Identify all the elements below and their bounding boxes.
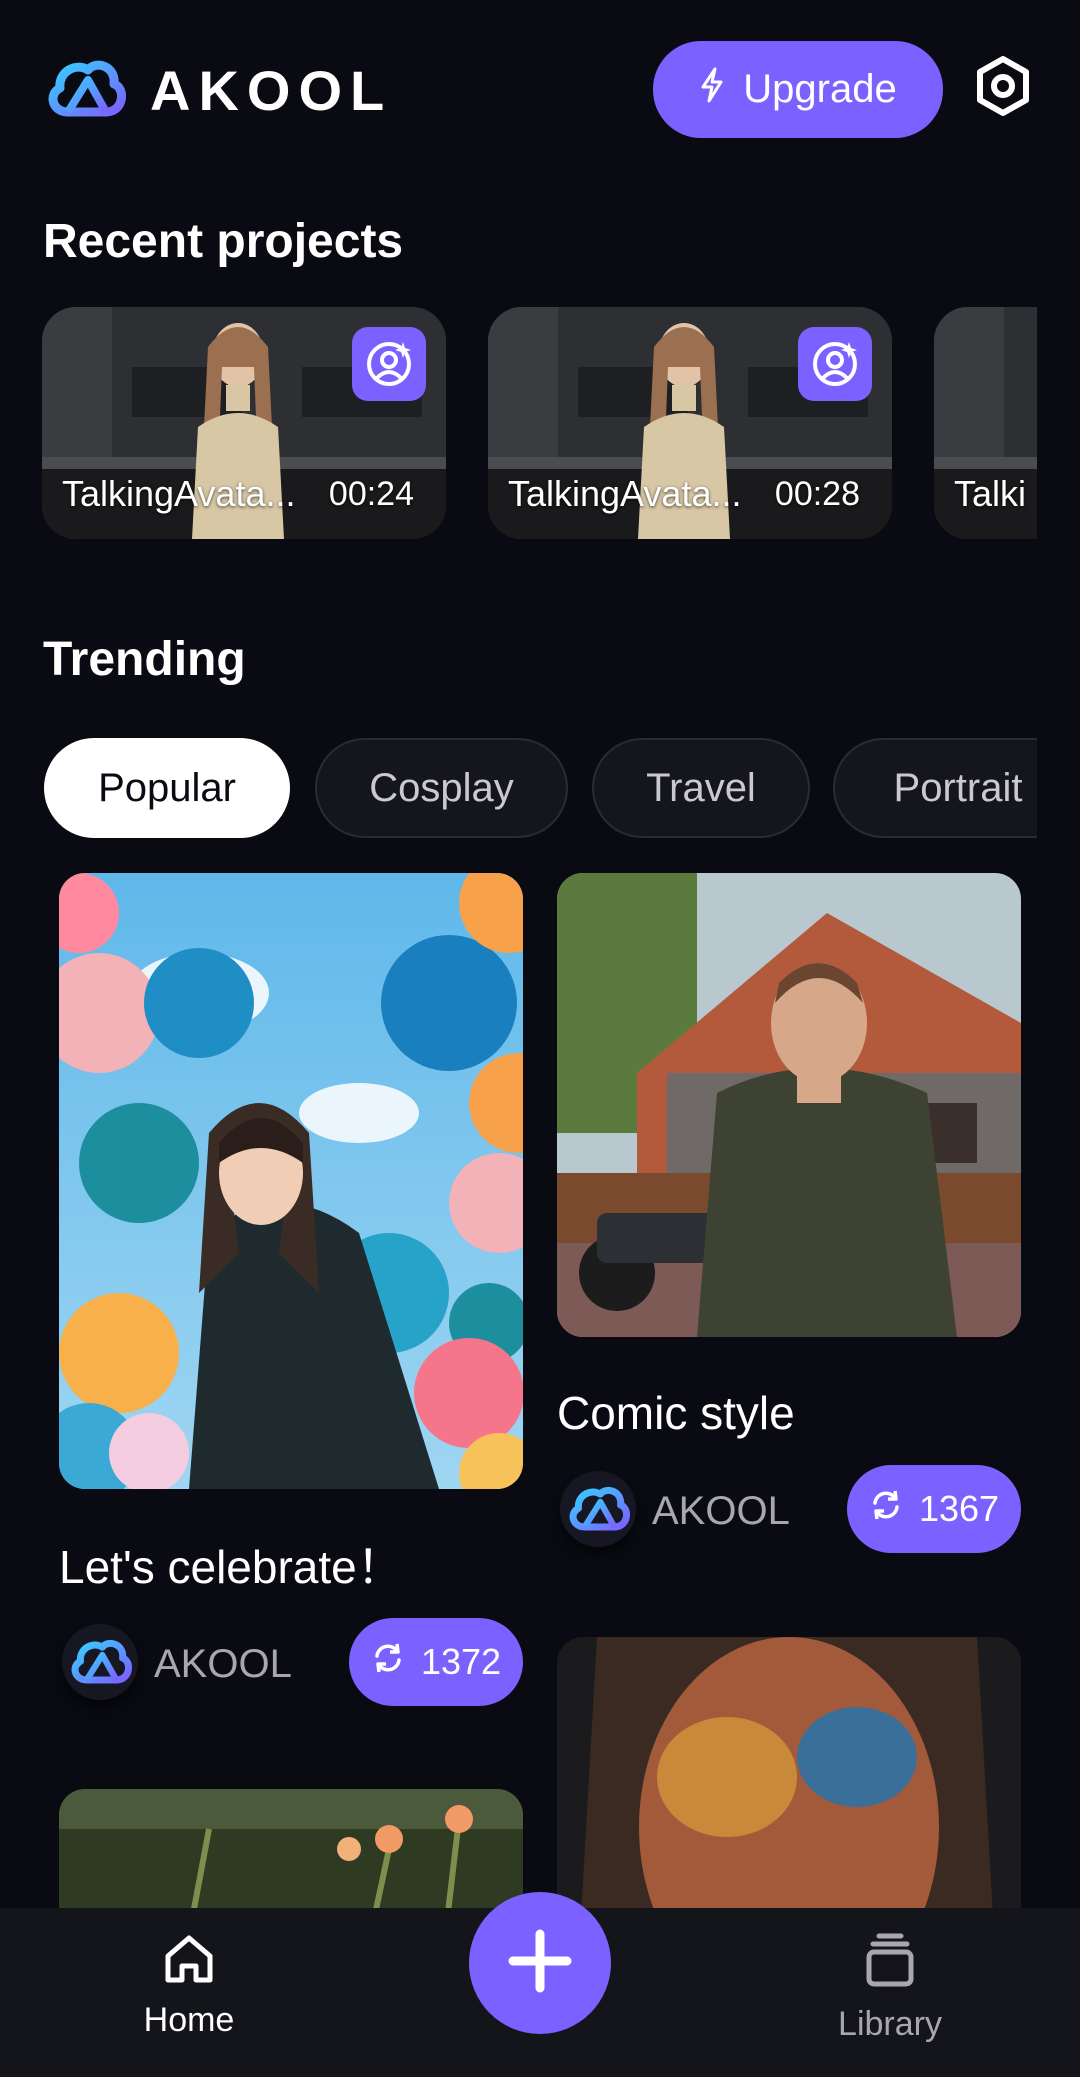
comic-style-image <box>557 873 1021 1337</box>
plus-icon <box>505 1926 575 2001</box>
upgrade-label: Upgrade <box>743 67 897 111</box>
author-name: AKOOL <box>154 1642 292 1686</box>
project-duration: 00:24 <box>328 475 414 513</box>
use-count: 1367 <box>918 1488 1000 1529</box>
celebrate-image <box>59 873 523 1489</box>
refresh-icon <box>869 1488 903 1531</box>
nav-library[interactable]: Library <box>820 1932 960 2044</box>
use-count-button[interactable]: 1367 <box>847 1465 1021 1553</box>
lightning-icon <box>699 67 725 113</box>
stack-icon <box>861 1932 919 1995</box>
author-avatar <box>560 1471 636 1547</box>
author-name: AKOOL <box>652 1489 790 1533</box>
recent-project-card[interactable]: TalkingAvata... 00:24 <box>42 307 446 539</box>
akool-logo-icon <box>44 54 126 124</box>
chip-portrait[interactable]: Portrait <box>833 738 1037 838</box>
avatar-project-badge <box>352 327 426 401</box>
create-button[interactable] <box>469 1892 611 2034</box>
trend-card-title: Let's celebrate！ <box>59 1541 403 1593</box>
avatar-sparkle-icon <box>367 342 411 386</box>
nav-home[interactable]: Home <box>128 1932 250 2040</box>
home-icon <box>162 1932 216 1991</box>
trend-card-image[interactable] <box>59 873 523 1489</box>
akool-logo-icon <box>569 1486 630 1531</box>
project-name: TalkingAvata... <box>62 473 296 514</box>
nav-library-label: Library <box>838 2005 942 2043</box>
use-count-button[interactable]: 1372 <box>349 1618 523 1706</box>
trend-card-title: Comic style <box>557 1387 795 1439</box>
trend-card-image[interactable] <box>557 873 1021 1337</box>
avatar-project-badge <box>798 327 872 401</box>
chip-cosplay[interactable]: Cosplay <box>315 738 568 838</box>
project-duration: 00:28 <box>774 475 860 513</box>
recent-project-card[interactable]: TalkingAvata... 00:28 <box>488 307 892 539</box>
nav-home-label: Home <box>143 2001 235 2039</box>
chip-travel[interactable]: Travel <box>592 738 810 838</box>
chip-popular[interactable]: Popular <box>44 738 290 838</box>
project-name: TalkingAvata... <box>508 473 742 514</box>
settings-button[interactable] <box>970 55 1036 121</box>
hexagon-settings-icon <box>973 55 1033 122</box>
project-name: Talki <box>954 473 1027 514</box>
recent-project-card[interactable]: Talki <box>934 307 1037 539</box>
logo-text: AKOOL <box>150 59 393 122</box>
avatar-sparkle-icon <box>813 342 857 386</box>
akool-logo-icon <box>71 1639 132 1684</box>
refresh-icon <box>371 1641 405 1684</box>
use-count: 1372 <box>420 1641 502 1682</box>
author-avatar <box>62 1624 138 1700</box>
trending-title: Trending <box>43 633 246 686</box>
upgrade-button[interactable]: Upgrade <box>653 41 943 138</box>
recent-projects-title: Recent projects <box>43 215 404 268</box>
